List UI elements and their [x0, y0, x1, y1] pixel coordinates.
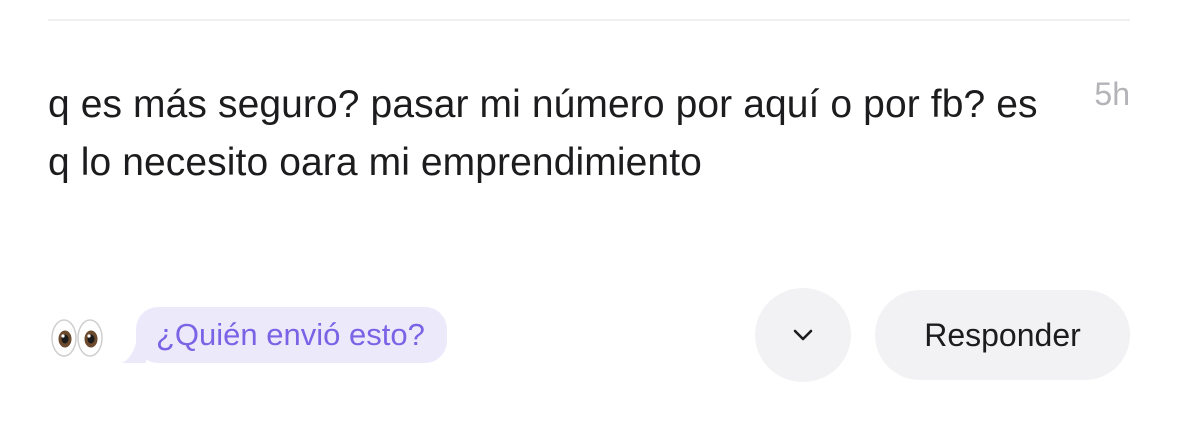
eyes-emoji-icon	[50, 316, 106, 360]
top-divider	[48, 19, 1130, 21]
who-sent-this-label: ¿Quién envió esto?	[156, 317, 425, 352]
chevron-down-icon	[793, 329, 813, 341]
message-text: q es más seguro? pasar mi número por aqu…	[48, 83, 1038, 184]
more-options-button[interactable]	[755, 288, 851, 382]
reply-button-label: Responder	[924, 316, 1081, 353]
message-timestamp: 5h	[1094, 76, 1130, 112]
who-sent-this-button[interactable]: ¿Quién envió esto?	[136, 307, 447, 363]
reply-button[interactable]: Responder	[875, 290, 1130, 380]
